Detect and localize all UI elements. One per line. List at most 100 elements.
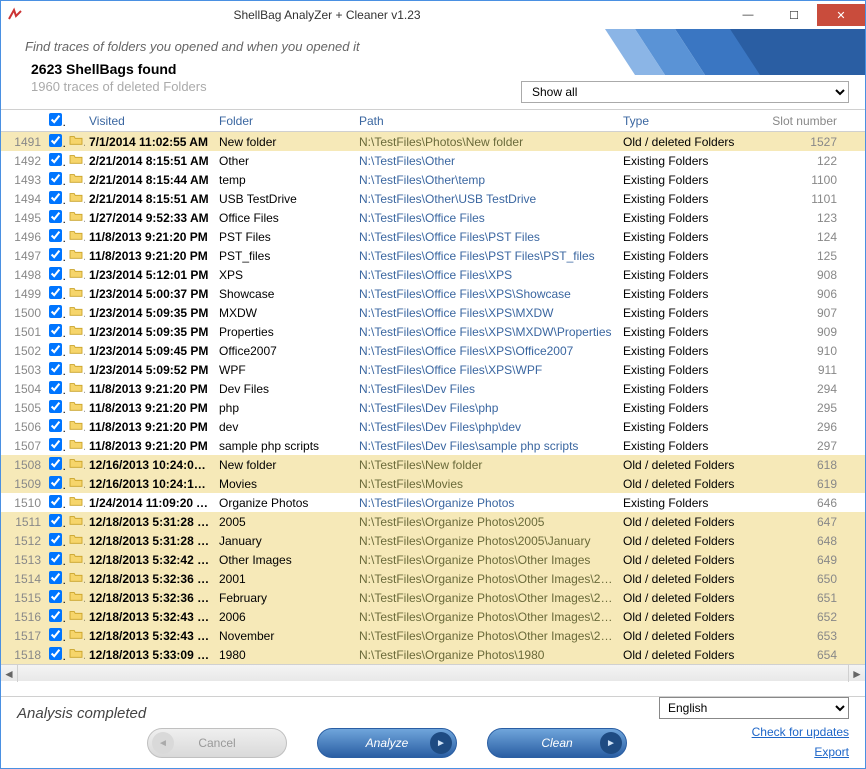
row-checkbox[interactable] bbox=[45, 227, 65, 247]
cell-visited: 12/18/2013 5:32:43 PM bbox=[85, 627, 215, 645]
row-checkbox[interactable] bbox=[45, 246, 65, 266]
row-checkbox[interactable] bbox=[45, 550, 65, 570]
folder-deleted-icon bbox=[65, 626, 85, 645]
table-row[interactable]: 151412/18/2013 5:32:36 PM2001N:\TestFile… bbox=[1, 569, 865, 588]
table-row[interactable]: 15011/23/2014 5:09:35 PMPropertiesN:\Tes… bbox=[1, 322, 865, 341]
cell-folder: 1980 bbox=[215, 646, 355, 664]
col-slot[interactable]: Slot number bbox=[759, 112, 841, 130]
row-checkbox[interactable] bbox=[45, 436, 65, 456]
row-checkbox[interactable] bbox=[45, 531, 65, 551]
cell-visited: 12/18/2013 5:32:43 PM bbox=[85, 608, 215, 626]
row-checkbox[interactable] bbox=[45, 189, 65, 209]
table-row[interactable]: 14981/23/2014 5:12:01 PMXPSN:\TestFiles\… bbox=[1, 265, 865, 284]
col-path[interactable]: Path bbox=[355, 112, 619, 130]
table-row[interactable]: 151712/18/2013 5:32:43 PMNovemberN:\Test… bbox=[1, 626, 865, 645]
row-checkbox[interactable] bbox=[45, 132, 65, 152]
folder-icon bbox=[65, 227, 85, 246]
horizontal-scrollbar[interactable]: ◄ ► bbox=[1, 664, 865, 681]
row-checkbox[interactable] bbox=[45, 474, 65, 494]
row-checkbox[interactable] bbox=[45, 455, 65, 475]
cell-path: N:\TestFiles\Office Files\PST Files bbox=[355, 228, 619, 246]
chevron-right-icon: ► bbox=[600, 732, 622, 754]
maximize-button[interactable]: ☐ bbox=[771, 4, 817, 26]
row-checkbox[interactable] bbox=[45, 607, 65, 627]
table-row[interactable]: 151612/18/2013 5:32:43 PM2006N:\TestFile… bbox=[1, 607, 865, 626]
row-checkbox[interactable] bbox=[45, 170, 65, 190]
row-checkbox[interactable] bbox=[45, 322, 65, 342]
row-number: 1493 bbox=[1, 171, 45, 189]
row-checkbox[interactable] bbox=[45, 341, 65, 361]
cell-type: Old / deleted Folders bbox=[619, 570, 759, 588]
row-checkbox[interactable] bbox=[45, 398, 65, 418]
table-row[interactable]: 14922/21/2014 8:15:51 AMOtherN:\TestFile… bbox=[1, 151, 865, 170]
row-checkbox[interactable] bbox=[45, 512, 65, 532]
row-checkbox[interactable] bbox=[45, 569, 65, 589]
close-button[interactable]: ✕ bbox=[817, 4, 865, 26]
table-row[interactable]: 150411/8/2013 9:21:20 PMDev FilesN:\Test… bbox=[1, 379, 865, 398]
filter-dropdown[interactable]: Show all bbox=[521, 81, 849, 103]
table-row[interactable]: 14917/1/2014 11:02:55 AMNew folderN:\Tes… bbox=[1, 132, 865, 151]
minimize-button[interactable]: — bbox=[725, 4, 771, 26]
cell-type: Existing Folders bbox=[619, 342, 759, 360]
row-checkbox[interactable] bbox=[45, 588, 65, 608]
row-checkbox[interactable] bbox=[45, 379, 65, 399]
table-row[interactable]: 150912/16/2013 10:24:16 AMMoviesN:\TestF… bbox=[1, 474, 865, 493]
table-row[interactable]: 15031/23/2014 5:09:52 PMWPFN:\TestFiles\… bbox=[1, 360, 865, 379]
cell-slot: 1101 bbox=[759, 190, 841, 208]
row-checkbox[interactable] bbox=[45, 626, 65, 646]
table-row[interactable]: 150711/8/2013 9:21:20 PMsample php scrip… bbox=[1, 436, 865, 455]
row-checkbox[interactable] bbox=[45, 360, 65, 380]
table-row[interactable]: 151312/18/2013 5:32:42 PMOther ImagesN:\… bbox=[1, 550, 865, 569]
table-row[interactable]: 15101/24/2014 11:09:20 AMOrganize Photos… bbox=[1, 493, 865, 512]
chevron-right-icon: ► bbox=[430, 732, 452, 754]
cell-visited: 1/23/2014 5:00:37 PM bbox=[85, 285, 215, 303]
export-link[interactable]: Export bbox=[814, 745, 849, 759]
check-updates-link[interactable]: Check for updates bbox=[752, 725, 849, 739]
col-type[interactable]: Type bbox=[619, 112, 759, 130]
table-row[interactable]: 151812/18/2013 5:33:09 PM1980N:\TestFile… bbox=[1, 645, 865, 664]
row-checkbox[interactable] bbox=[45, 151, 65, 171]
cell-visited: 1/27/2014 9:52:33 AM bbox=[85, 209, 215, 227]
cell-path: N:\TestFiles\Photos\New folder bbox=[355, 133, 619, 151]
row-checkbox[interactable] bbox=[45, 303, 65, 323]
table-row[interactable]: 149711/8/2013 9:21:20 PMPST_filesN:\Test… bbox=[1, 246, 865, 265]
table-row[interactable]: 15001/23/2014 5:09:35 PMMXDWN:\TestFiles… bbox=[1, 303, 865, 322]
row-checkbox[interactable] bbox=[45, 493, 65, 513]
row-checkbox[interactable] bbox=[45, 417, 65, 437]
language-dropdown[interactable]: English bbox=[659, 697, 849, 719]
cell-slot: 906 bbox=[759, 285, 841, 303]
clean-button[interactable]: Clean ► bbox=[487, 728, 627, 758]
table-row[interactable]: 150611/8/2013 9:21:20 PMdevN:\TestFiles\… bbox=[1, 417, 865, 436]
cancel-button[interactable]: ◄ Cancel bbox=[147, 728, 287, 758]
table-row[interactable]: 14932/21/2014 8:15:44 AMtempN:\TestFiles… bbox=[1, 170, 865, 189]
scroll-left-icon[interactable]: ◄ bbox=[1, 665, 18, 682]
titlebar: ShellBag AnalyZer + Cleaner v1.23 — ☐ ✕ bbox=[1, 1, 865, 29]
cell-folder: MXDW bbox=[215, 304, 355, 322]
table-row[interactable]: 151512/18/2013 5:32:36 PMFebruaryN:\Test… bbox=[1, 588, 865, 607]
row-checkbox[interactable] bbox=[45, 265, 65, 285]
table-row[interactable]: 14951/27/2014 9:52:33 AMOffice FilesN:\T… bbox=[1, 208, 865, 227]
row-checkbox[interactable] bbox=[45, 208, 65, 228]
table-row[interactable]: 151112/18/2013 5:31:28 PM2005N:\TestFile… bbox=[1, 512, 865, 531]
select-all-checkbox[interactable] bbox=[49, 113, 62, 126]
analyze-button[interactable]: Analyze ► bbox=[317, 728, 457, 758]
table-row[interactable]: 151212/18/2013 5:31:28 PMJanuaryN:\TestF… bbox=[1, 531, 865, 550]
table-row[interactable]: 150812/16/2013 10:24:03 AMNew folderN:\T… bbox=[1, 455, 865, 474]
row-checkbox[interactable] bbox=[45, 645, 65, 665]
table-row[interactable]: 15021/23/2014 5:09:45 PMOffice2007N:\Tes… bbox=[1, 341, 865, 360]
folder-deleted-icon bbox=[65, 531, 85, 550]
cell-folder: Office2007 bbox=[215, 342, 355, 360]
table-row[interactable]: 14942/21/2014 8:15:51 AMUSB TestDriveN:\… bbox=[1, 189, 865, 208]
cell-slot: 907 bbox=[759, 304, 841, 322]
table-row[interactable]: 14991/23/2014 5:00:37 PMShowcaseN:\TestF… bbox=[1, 284, 865, 303]
col-checkbox[interactable] bbox=[45, 111, 65, 131]
col-visited[interactable]: Visited bbox=[85, 112, 215, 130]
row-number: 1494 bbox=[1, 190, 45, 208]
cell-path: N:\TestFiles\Organize Photos\Other Image… bbox=[355, 551, 619, 569]
col-folder[interactable]: Folder bbox=[215, 112, 355, 130]
row-checkbox[interactable] bbox=[45, 284, 65, 304]
table-row[interactable]: 149611/8/2013 9:21:20 PMPST FilesN:\Test… bbox=[1, 227, 865, 246]
row-number: 1492 bbox=[1, 152, 45, 170]
scroll-right-icon[interactable]: ► bbox=[848, 665, 865, 682]
table-row[interactable]: 150511/8/2013 9:21:20 PMphpN:\TestFiles\… bbox=[1, 398, 865, 417]
